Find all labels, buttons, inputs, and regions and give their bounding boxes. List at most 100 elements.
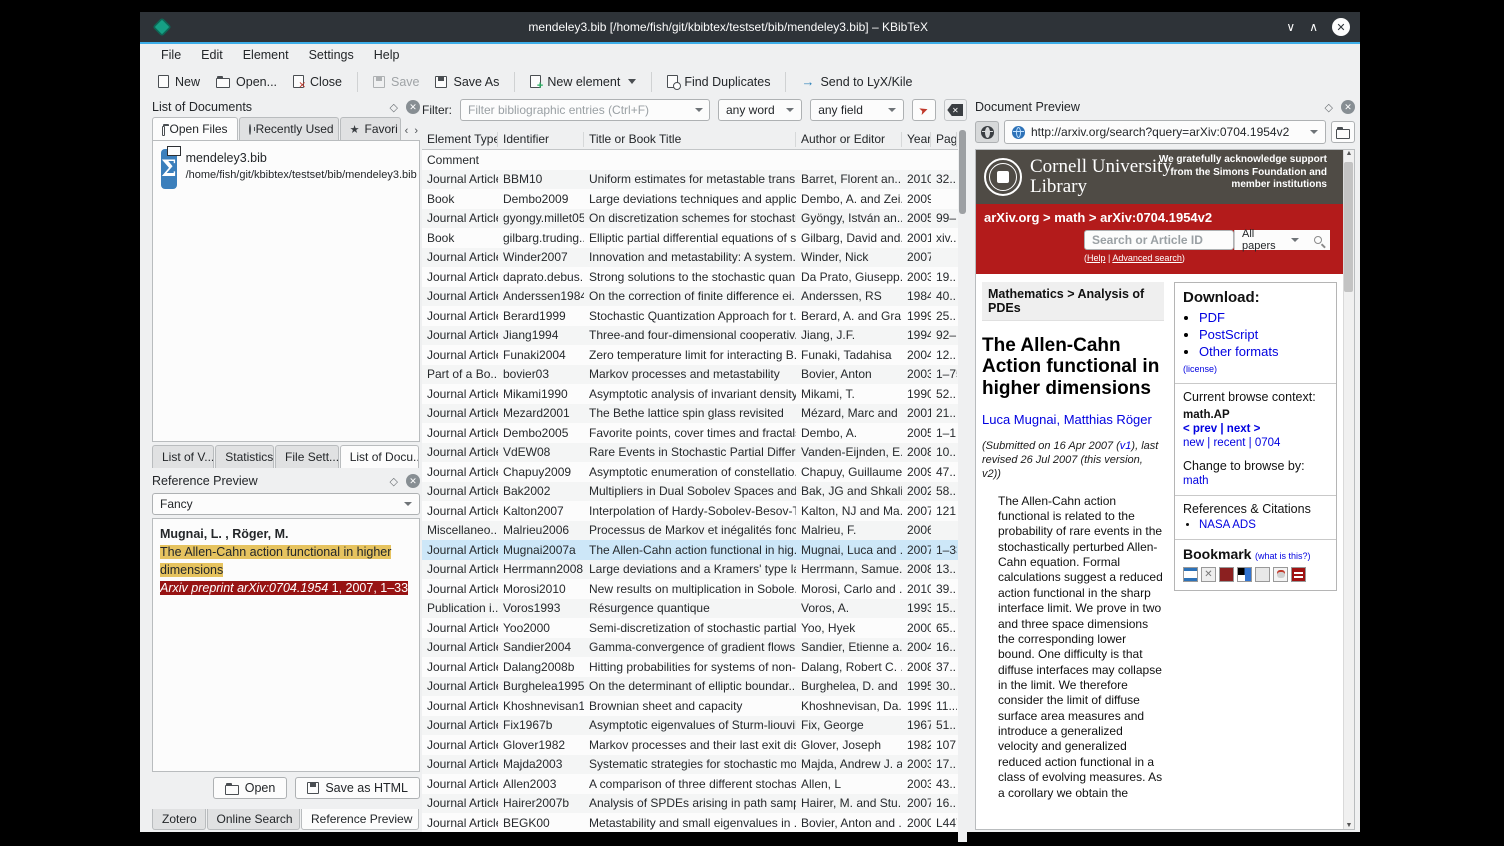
tab-recently-used[interactable]: Recently Used — [239, 117, 339, 140]
math-link[interactable]: math — [1183, 475, 1328, 487]
maximize-icon[interactable]: ∧ — [1309, 20, 1318, 34]
postscript-link[interactable]: PostScript — [1199, 327, 1258, 342]
table-row[interactable]: Comment — [422, 150, 967, 170]
table-row[interactable]: Bookgilbarg.truding...Elliptic partial d… — [422, 228, 967, 248]
table-row[interactable]: Journal ArticleVdEW08Rare Events in Stoc… — [422, 443, 967, 463]
tab-list-of-values[interactable]: List of V... — [152, 445, 214, 468]
table-row[interactable]: Journal ArticleWinder2007Innovation and … — [422, 248, 967, 268]
search-pdf-toggle-button[interactable]: ➤ — [912, 99, 935, 121]
close-dock-icon[interactable]: ✕ — [1341, 100, 1355, 114]
arxiv-search-button[interactable] — [1306, 230, 1330, 250]
close-file-button[interactable]: Close — [285, 71, 350, 93]
menu-file[interactable]: File — [152, 46, 190, 64]
tab-reference-preview[interactable]: Reference Preview — [301, 809, 419, 830]
scrollbar-thumb[interactable] — [1344, 162, 1353, 292]
scroll-down-icon[interactable]: ▼ — [1346, 822, 1353, 829]
table-row[interactable]: Journal ArticleDalang2008bHitting probab… — [422, 657, 967, 677]
arxiv-breadcrumb[interactable]: arXiv.org > math > arXiv:0704.1954v2 — [984, 210, 1335, 225]
column-header-author[interactable]: Author or Editor — [796, 132, 902, 147]
tab-statistics[interactable]: Statistics — [215, 445, 274, 468]
preview-style-select[interactable]: Fancy — [152, 493, 420, 515]
table-row[interactable]: Journal ArticleJiang1994Three-and four-d… — [422, 326, 967, 346]
tab-open-files[interactable]: Open Files — [152, 117, 238, 140]
close-icon[interactable]: ✕ — [1332, 18, 1350, 36]
table-row[interactable]: Journal ArticleHerrmann2008Large deviati… — [422, 560, 967, 580]
menu-edit[interactable]: Edit — [192, 46, 232, 64]
table-row[interactable]: Journal ArticleDembo2005Favorite points,… — [422, 423, 967, 443]
table-row[interactable]: Publication i...Voros1993Résurgence quan… — [422, 599, 967, 619]
column-header-identifier[interactable]: Identifier — [498, 132, 584, 147]
chevron-down-icon[interactable] — [695, 108, 703, 112]
open-reference-button[interactable]: Open — [213, 777, 288, 799]
save-as-button[interactable]: Save As — [427, 71, 507, 93]
column-header-year[interactable]: Year — [902, 132, 931, 147]
help-link[interactable]: Help — [1087, 253, 1106, 263]
close-dock-icon[interactable]: ✕ — [406, 100, 420, 114]
author-link[interactable]: Matthias Röger — [1064, 412, 1152, 427]
table-row[interactable]: Journal ArticleMikami1990Asymptotic anal… — [422, 384, 967, 404]
table-row[interactable]: Journal ArticleChapuy2009Asymptotic enum… — [422, 462, 967, 482]
scroll-up-icon[interactable]: ▲ — [1346, 150, 1353, 157]
menu-help[interactable]: Help — [365, 46, 409, 64]
nav-links[interactable]: new | recent | 0704 — [1183, 437, 1328, 449]
reddit-icon[interactable] — [1273, 567, 1288, 582]
digg-icon[interactable] — [1255, 567, 1270, 582]
prev-next-links[interactable]: < prev | next > — [1183, 423, 1328, 435]
table-row[interactable]: BookDembo2009Large deviations techniques… — [422, 189, 967, 209]
float-dock-icon[interactable]: ◇ — [1325, 101, 1333, 114]
column-header-element-type[interactable]: Element Type — [422, 132, 498, 147]
external-browser-button[interactable] — [975, 121, 999, 143]
table-row[interactable]: Miscellaneo...Malrieu2006Processus de Ma… — [422, 521, 967, 541]
tab-favorites[interactable]: ★Favori — [340, 117, 401, 140]
arxiv-search-input[interactable] — [1084, 230, 1234, 250]
titlebar[interactable]: mendeley3.bib [/home/fish/git/kbibtex/te… — [140, 12, 1360, 42]
field-select[interactable]: any field — [810, 99, 904, 121]
match-mode-select[interactable]: any word — [718, 99, 802, 121]
open-button[interactable]: Open... — [208, 71, 285, 93]
table-row[interactable]: Journal ArticleSandier2004Gamma-converge… — [422, 638, 967, 658]
table-row[interactable]: Part of a Bo...bovier03Markov processes … — [422, 365, 967, 385]
save-button[interactable]: Save — [365, 71, 428, 93]
table-row[interactable]: Journal ArticleBEGK00Metastability and s… — [422, 813, 967, 832]
table-row[interactable]: Journal Articlegyongy.millet05On discret… — [422, 209, 967, 229]
find-duplicates-button[interactable]: Find Duplicates — [659, 71, 778, 93]
table-row[interactable]: Journal ArticleBak2002Multipliers in Dua… — [422, 482, 967, 502]
menu-element[interactable]: Element — [234, 46, 298, 64]
arxiv-scope-select[interactable]: All papers — [1234, 230, 1306, 250]
other-formats-link[interactable]: Other formats — [1199, 344, 1278, 359]
table-row[interactable]: Journal ArticleBurghelea1995On the deter… — [422, 677, 967, 697]
table-row[interactable]: Journal ArticleFix1967bAsymptotic eigenv… — [422, 716, 967, 736]
column-header-title[interactable]: Title or Book Title — [584, 132, 796, 147]
table-row[interactable]: Journal ArticleBBM10Uniform estimates fo… — [422, 170, 967, 190]
open-file-button[interactable] — [1331, 121, 1355, 143]
table-row[interactable]: Journal ArticleFunaki2004Zero temperatur… — [422, 345, 967, 365]
save-as-html-button[interactable]: Save as HTML — [295, 777, 420, 799]
what-is-this-link[interactable]: (what is this?) — [1255, 551, 1311, 561]
sciencewise-icon[interactable] — [1291, 567, 1306, 582]
float-dock-icon[interactable]: ◇ — [390, 475, 398, 488]
tab-online-search[interactable]: Online Search — [207, 809, 301, 830]
tab-scroll-right-icon[interactable]: › — [412, 122, 420, 140]
table-row[interactable]: Journal ArticleAnderssen1984On the corre… — [422, 287, 967, 307]
table-row[interactable]: Journal ArticleMajda2003Systematic strat… — [422, 755, 967, 775]
table-row[interactable]: Journal ArticleMugnai2007aThe Allen-Cahn… — [422, 540, 967, 560]
table-row[interactable]: Journal ArticleYoo2000Semi-discretizatio… — [422, 618, 967, 638]
nasa-ads-link[interactable]: NASA ADS — [1199, 519, 1256, 531]
minimize-icon[interactable]: ∨ — [1286, 20, 1295, 34]
filter-input[interactable] — [460, 99, 710, 121]
tab-list-of-documents[interactable]: List of Docu... — [340, 445, 419, 468]
tab-file-settings[interactable]: File Sett... — [275, 445, 339, 468]
advanced-search-link[interactable]: Advanced search — [1112, 253, 1182, 263]
table-row[interactable]: Journal ArticleBerard1999Stochastic Quan… — [422, 306, 967, 326]
table-row[interactable]: Journal ArticleMezard2001The Bethe latti… — [422, 404, 967, 424]
float-dock-icon[interactable]: ◇ — [390, 101, 398, 114]
new-element-button[interactable]: New element — [522, 71, 644, 93]
tab-scroll-left-icon[interactable]: ‹ — [403, 122, 411, 140]
send-to-lyx-button[interactable]: →Send to LyX/Kile — [793, 70, 920, 93]
column-header-page[interactable]: Page — [931, 132, 957, 147]
menu-settings[interactable]: Settings — [300, 46, 363, 64]
tab-zotero[interactable]: Zotero — [152, 809, 206, 830]
pdf-link[interactable]: PDF — [1199, 310, 1225, 325]
table-scrollbar[interactable] — [958, 126, 967, 842]
table-row[interactable]: Journal ArticleAllen2003A comparison of … — [422, 774, 967, 794]
